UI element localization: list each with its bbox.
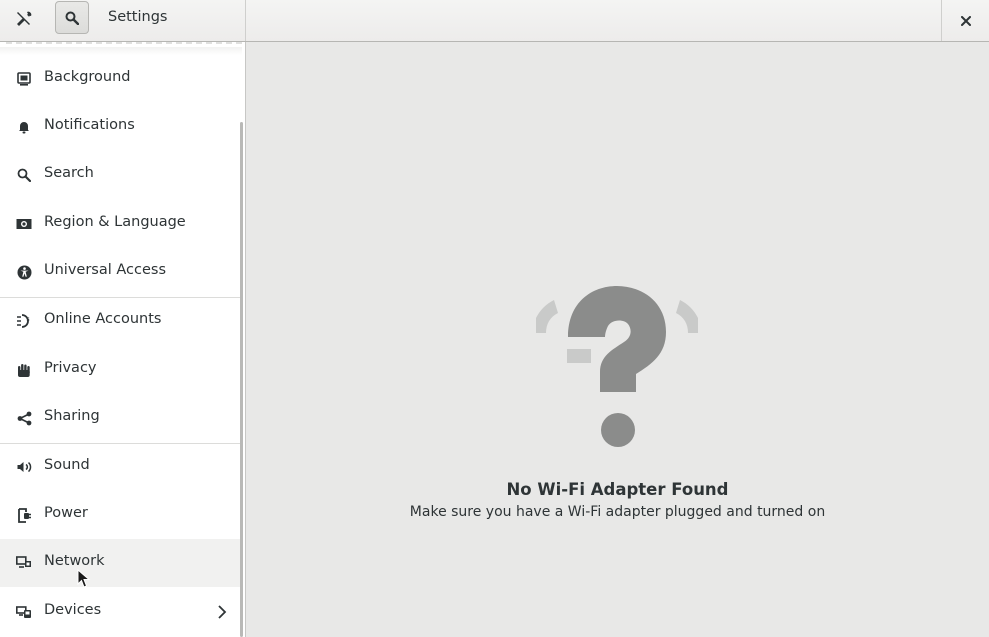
accessibility-icon [16, 264, 32, 280]
close-icon [960, 15, 971, 26]
svg-text:s: s [27, 316, 30, 323]
sidebar-scrollbar[interactable] [240, 122, 243, 637]
devices-icon [16, 604, 32, 620]
sidebar-item-sharing[interactable]: Sharing [0, 394, 242, 442]
header-bar: Settings [0, 0, 989, 42]
online-accounts-icon: s [16, 313, 32, 329]
sidebar-item-label: Sharing [44, 408, 100, 424]
mouse-cursor-icon [77, 569, 91, 588]
sidebar: Background Notifications Search Region &… [0, 42, 246, 637]
chevron-right-icon [215, 604, 229, 620]
sidebar-item-label: Universal Access [44, 262, 167, 278]
question-mark-icon [536, 286, 698, 447]
sidebar-item-online-accounts[interactable]: s Online Accounts [0, 297, 242, 345]
sidebar-item-label: Online Accounts [44, 311, 162, 327]
scroll-shadow [0, 47, 242, 55]
search-button[interactable] [55, 1, 89, 34]
sidebar-item-label: Notifications [44, 117, 135, 133]
sidebar-item-background[interactable]: Background [0, 55, 242, 103]
sidebar-item-devices[interactable]: Devices [0, 588, 242, 636]
sidebar-item-search[interactable]: Search [0, 151, 242, 199]
search-icon [16, 167, 32, 183]
empty-state-subtitle: Make sure you have a Wi-Fi adapter plugg… [409, 504, 826, 520]
sidebar-item-privacy[interactable]: Privacy [0, 346, 242, 394]
main-pane: No Wi-Fi Adapter Found Make sure you hav… [246, 42, 989, 637]
sidebar-item-label: Privacy [44, 360, 97, 376]
search-icon [65, 11, 79, 25]
network-icon [16, 555, 32, 571]
sidebar-item-notifications[interactable]: Notifications [0, 103, 242, 151]
sidebar-item-label: Network [44, 553, 105, 569]
tools-icon[interactable] [10, 7, 38, 31]
sidebar-item-label: Power [44, 505, 88, 521]
sidebar-item-network[interactable]: Network [0, 539, 242, 587]
close-button[interactable] [941, 0, 989, 41]
sidebar-item-universal-access[interactable]: Universal Access [0, 248, 242, 296]
sidebar-item-power[interactable]: Power [0, 491, 242, 539]
sidebar-item-region-language[interactable]: Region & Language [0, 200, 242, 248]
background-icon [16, 71, 32, 87]
power-icon [16, 507, 32, 523]
hand-icon [16, 362, 32, 378]
sidebar-item-label: Region & Language [44, 214, 186, 230]
sidebar-item-label: Search [44, 165, 94, 181]
window-title: Settings [108, 9, 168, 25]
sidebar-item-label: Sound [44, 457, 90, 473]
bell-icon [16, 119, 32, 135]
sidebar-item-label: Background [44, 69, 131, 85]
region-icon [16, 216, 32, 232]
sidebar-item-sound[interactable]: Sound [0, 443, 242, 491]
speaker-icon [16, 459, 32, 475]
share-icon [16, 410, 32, 426]
sidebar-item-label: Devices [44, 602, 102, 618]
header-left-section: Settings [0, 0, 246, 41]
empty-state-title: No Wi-Fi Adapter Found [506, 480, 729, 499]
